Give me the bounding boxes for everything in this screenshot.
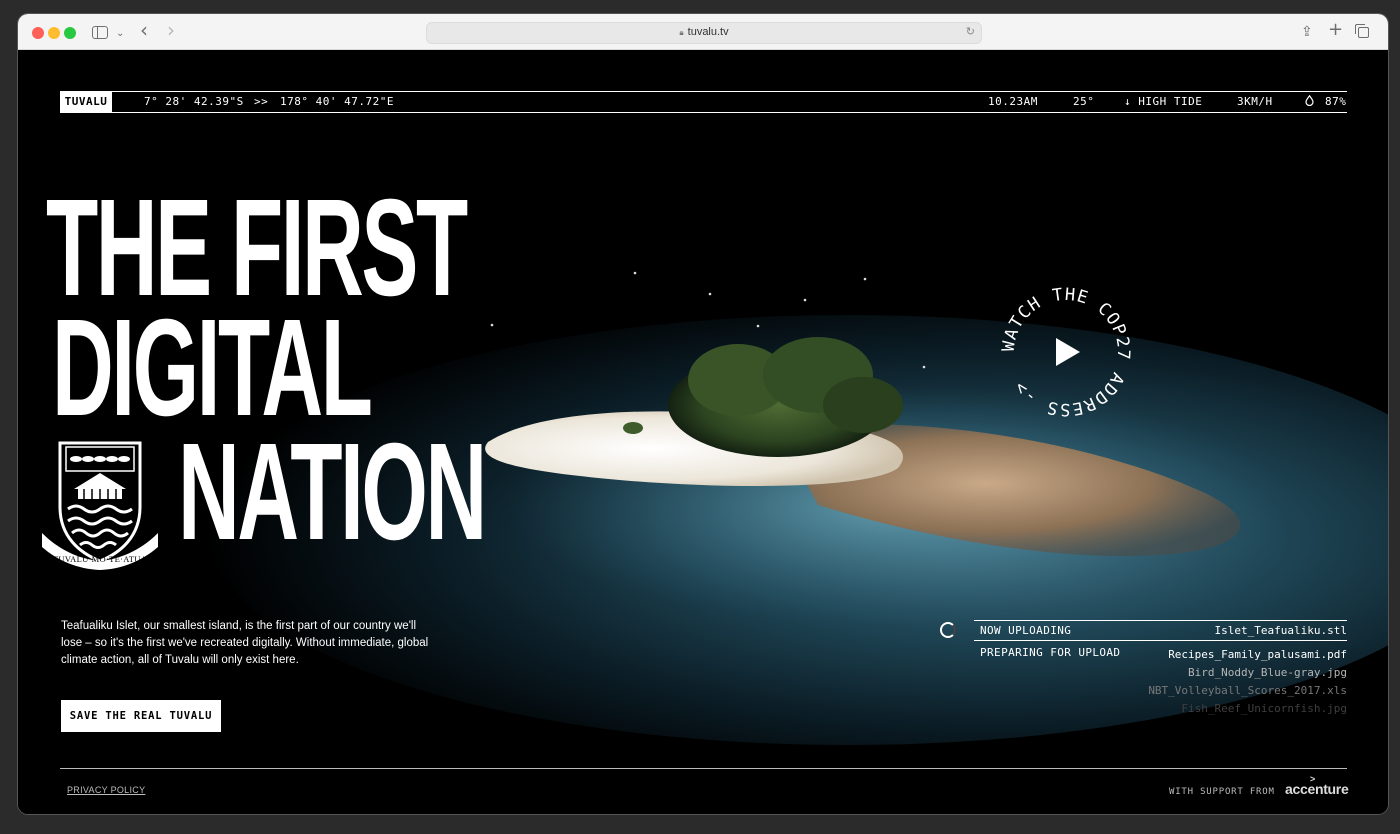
chevron-down-icon[interactable]: ⌄ — [116, 25, 124, 43]
tide-status: ↓ HIGH TIDE — [1124, 95, 1203, 108]
play-icon — [1056, 338, 1080, 366]
browser-toolbar: ⌄ ‹ › 🔒︎ tuvalu.tv ↻ ⇪ + — [18, 14, 1388, 50]
forward-icon[interactable]: › — [167, 20, 175, 40]
now-uploading-label: NOW UPLOADING — [980, 624, 1072, 637]
tab-overview-icon[interactable] — [1355, 24, 1369, 38]
tuvalu-crest-logo: TUVALU·MO·TE·ATUA — [42, 441, 158, 570]
upload-queue: Recipes_Family_palusami.pdf Bird_Noddy_B… — [1148, 646, 1347, 718]
queue-file: Fish_Reef_Unicornfish.jpg — [1181, 702, 1347, 715]
now-uploading-row: NOW UPLOADING Islet_Teafualiku.stl — [974, 620, 1347, 641]
share-icon[interactable]: ⇪ — [1301, 23, 1313, 41]
browser-window: ⌄ ‹ › 🔒︎ tuvalu.tv ↻ ⇪ + TUVALU 7° 28' 4… — [18, 14, 1388, 814]
title-line-3: NATION — [178, 415, 487, 569]
preparing-upload-label: PREPARING FOR UPLOAD — [980, 646, 1121, 659]
reload-icon[interactable]: ↻ — [966, 25, 975, 38]
close-window-button[interactable] — [32, 27, 44, 39]
title-line-2: DIGITAL — [52, 291, 373, 445]
intro-paragraph: Teafualiku Islet, our smallest island, i… — [61, 620, 429, 666]
wind-speed: 3KM/H — [1237, 95, 1273, 108]
accenture-logo[interactable]: accenture — [1285, 781, 1349, 797]
address-bar[interactable]: 🔒︎ tuvalu.tv ↻ — [426, 22, 982, 44]
lock-icon: 🔒︎ — [679, 28, 684, 37]
location-status-bar: TUVALU 7° 28' 42.39"S >> 178° 40' 47.72"… — [60, 91, 1347, 113]
crest-motto: TUVALU·MO·TE·ATUA — [53, 554, 148, 564]
temperature: 25° — [1073, 95, 1095, 108]
web-page: TUVALU 7° 28' 42.39"S >> 178° 40' 47.72"… — [18, 50, 1388, 814]
minimize-window-button[interactable] — [48, 27, 60, 39]
privacy-policy-link[interactable]: PRIVACY POLICY — [67, 785, 145, 795]
queue-file: Recipes_Family_palusami.pdf — [1168, 648, 1347, 661]
humidity: 87% — [1325, 95, 1347, 108]
latitude: 7° 28' 42.39"S — [144, 95, 244, 108]
save-the-real-tuvalu-button[interactable]: SAVE THE REAL TUVALU — [61, 700, 221, 732]
longitude: 178° 40' 47.72"E — [280, 95, 394, 108]
zoom-window-button[interactable] — [64, 27, 76, 39]
droplet-icon — [1305, 92, 1314, 112]
back-icon[interactable]: ‹ — [140, 20, 148, 40]
queue-file: Bird_Noddy_Blue-gray.jpg — [1188, 666, 1347, 679]
new-tab-icon[interactable]: + — [1328, 21, 1343, 39]
queue-file: NBT_Volleyball_Scores_2017.xls — [1148, 684, 1347, 697]
country-tag: TUVALU — [60, 92, 112, 112]
footer-divider — [60, 768, 1347, 769]
local-time: 10.23AM — [988, 95, 1038, 108]
url-text: tuvalu.tv — [687, 26, 729, 38]
watch-cop27-address-button[interactable]: WATCH THE COP27 ADDRESS -> — [996, 282, 1136, 422]
sidebar-icon[interactable] — [92, 26, 108, 39]
now-uploading-file: Islet_Teafualiku.stl — [1214, 624, 1347, 637]
loading-spinner-icon — [940, 622, 956, 638]
title-line-1: THE FIRST — [46, 171, 468, 325]
coordinate-separator: >> — [254, 95, 269, 108]
support-label: WITH SUPPORT FROM — [1169, 787, 1275, 797]
